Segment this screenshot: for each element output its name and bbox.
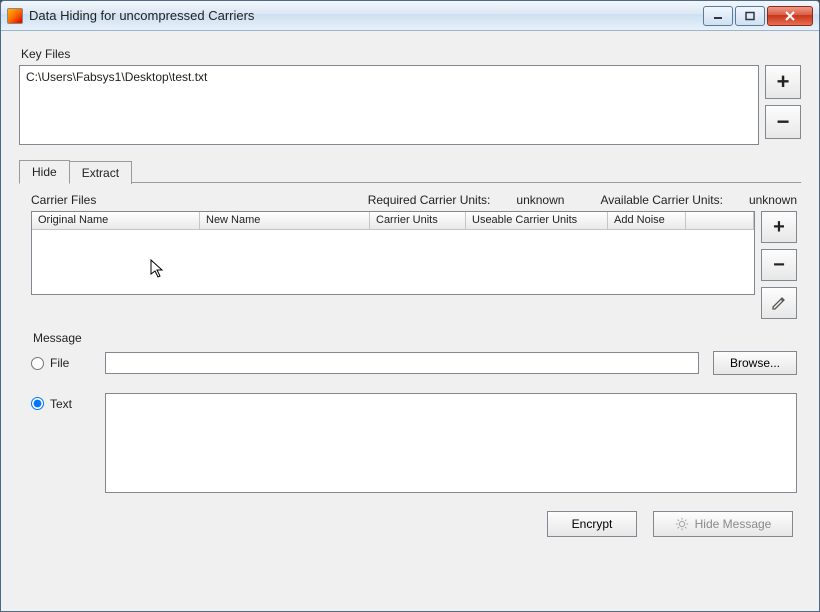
keyfiles-label: Key Files [21,47,801,61]
text-radio-label: Text [50,397,72,411]
carrier-row: Original Name New Name Carrier Units Use… [31,211,797,319]
col-spare [686,212,754,229]
close-button[interactable] [767,6,813,26]
maximize-button[interactable] [735,6,765,26]
plus-icon: + [773,216,785,239]
browse-button[interactable]: Browse... [713,351,797,375]
encrypt-button[interactable]: Encrypt [547,511,637,537]
carrier-remove-button[interactable]: − [761,249,797,281]
col-original-name[interactable]: Original Name [32,212,200,229]
client-area: Key Files C:\Users\Fabsys1\Desktop\test.… [1,31,819,611]
text-radio-input[interactable] [31,397,44,410]
carrier-grid[interactable]: Original Name New Name Carrier Units Use… [31,211,755,295]
message-textarea[interactable] [105,393,797,493]
required-units-value: unknown [516,193,564,207]
message-text-row: Text [31,393,797,493]
titlebar[interactable]: Data Hiding for uncompressed Carriers [1,1,819,31]
tab-extract[interactable]: Extract [69,161,132,184]
available-units-value: unknown [749,193,797,207]
minimize-button[interactable] [703,6,733,26]
keyfiles-add-button[interactable]: + [765,65,801,99]
required-units-label: Required Carrier Units: [368,193,491,207]
pencil-icon [771,295,787,311]
app-icon [7,8,23,24]
keyfiles-remove-button[interactable]: − [765,105,801,139]
message-file-row: File Browse... [31,351,797,375]
carrier-buttons: + − [761,211,797,319]
available-units-label: Available Carrier Units: [600,193,723,207]
keyfiles-item[interactable]: C:\Users\Fabsys1\Desktop\test.txt [26,70,752,84]
window-controls [701,6,813,26]
col-add-noise[interactable]: Add Noise [608,212,686,229]
hide-message-button[interactable]: Hide Message [653,511,793,537]
app-window: Data Hiding for uncompressed Carriers Ke… [0,0,820,612]
keyfiles-row: C:\Users\Fabsys1\Desktop\test.txt + − [19,65,801,145]
file-radio[interactable]: File [31,356,91,370]
keyfiles-list[interactable]: C:\Users\Fabsys1\Desktop\test.txt [19,65,759,145]
tab-body-hide: Carrier Files Required Carrier Units: un… [19,183,801,541]
keyfiles-buttons: + − [765,65,801,145]
hide-message-label: Hide Message [695,517,772,531]
message-file-input[interactable] [105,352,699,374]
col-carrier-units[interactable]: Carrier Units [370,212,466,229]
carrier-header: Carrier Files Required Carrier Units: un… [31,193,797,207]
plus-icon: + [777,69,790,95]
window-title: Data Hiding for uncompressed Carriers [29,8,701,23]
carrier-add-button[interactable]: + [761,211,797,243]
carrier-grid-header: Original Name New Name Carrier Units Use… [32,212,754,230]
col-useable-units[interactable]: Useable Carrier Units [466,212,608,229]
carrier-edit-button[interactable] [761,287,797,319]
message-section: Message File Browse... Text [31,331,797,493]
col-new-name[interactable]: New Name [200,212,370,229]
text-radio[interactable]: Text [31,393,91,493]
minus-icon: − [773,254,785,277]
tab-hide[interactable]: Hide [19,160,70,184]
sun-icon [675,517,689,531]
file-radio-input[interactable] [31,357,44,370]
file-radio-label: File [50,356,69,370]
message-label: Message [33,331,797,345]
bottom-buttons: Encrypt Hide Message [31,511,797,537]
carrierfiles-label: Carrier Files [31,193,96,207]
tabs: Hide Extract [19,159,801,183]
minus-icon: − [777,109,790,135]
